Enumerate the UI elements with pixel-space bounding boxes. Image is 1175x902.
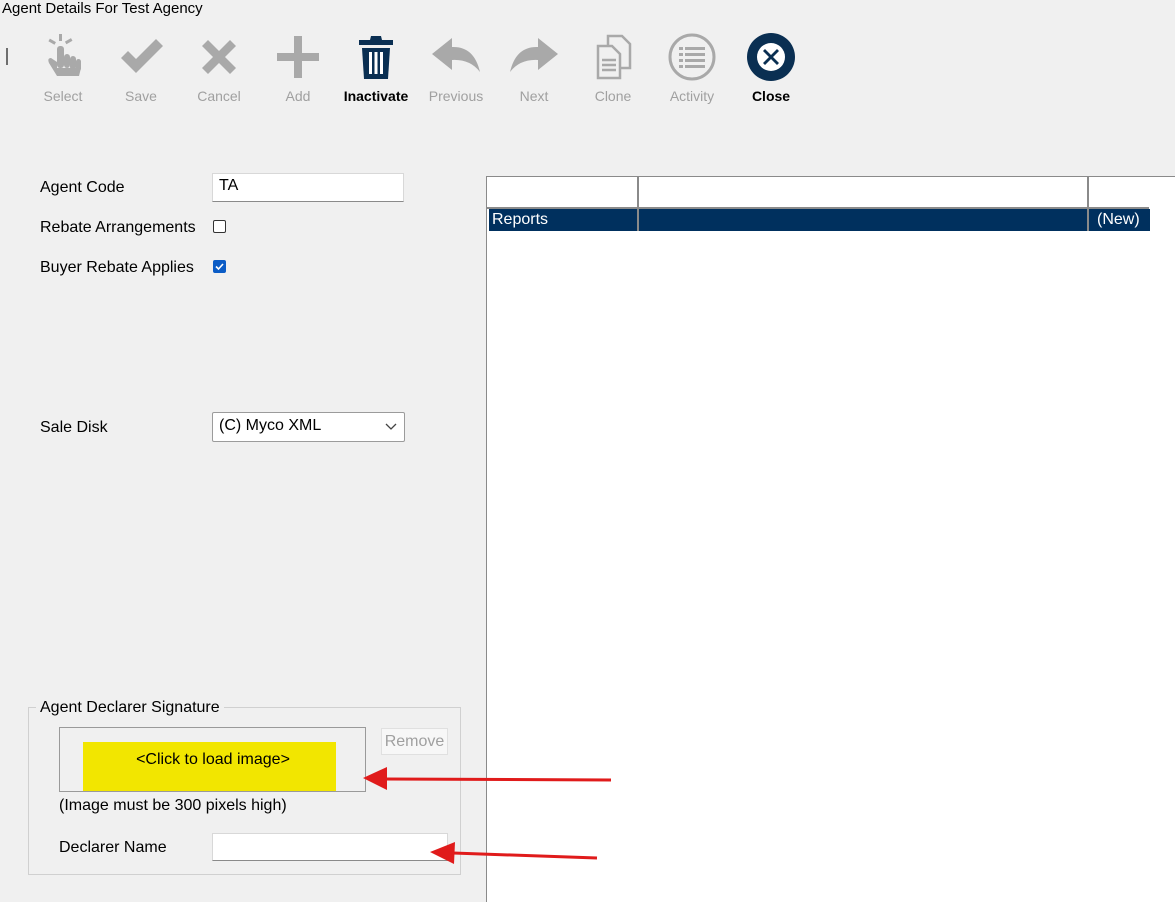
clone-button-label: Clone [594, 88, 632, 104]
grid-cell-divider [637, 209, 639, 231]
buyer-rebate-checkbox[interactable] [213, 260, 226, 273]
image-size-hint: (Image must be 300 pixels high) [59, 797, 287, 814]
grid-cell-status: (New) [1097, 211, 1140, 228]
x-icon [183, 32, 255, 82]
grid-column-divider[interactable] [1087, 177, 1089, 207]
add-button-label: Add [285, 88, 311, 104]
sale-disk-value: (C) Myco XML [219, 417, 322, 434]
plus-icon [262, 32, 334, 82]
trash-icon [340, 32, 412, 82]
grid-header [487, 177, 1149, 209]
cancel-button[interactable]: Cancel [183, 32, 255, 112]
list-circle-icon [656, 32, 728, 82]
declarer-name-label: Declarer Name [59, 839, 167, 856]
reports-grid[interactable]: Reports (New) [486, 176, 1175, 902]
chevron-down-icon [384, 419, 398, 438]
cancel-button-label: Cancel [197, 88, 241, 104]
next-button[interactable]: Next [498, 32, 570, 112]
hand-pointer-icon [27, 32, 99, 82]
rebate-arrangements-checkbox[interactable] [213, 220, 226, 233]
grid-column-divider[interactable] [637, 177, 639, 207]
select-button[interactable]: Select [27, 32, 99, 112]
inactivate-button-label: Inactivate [343, 88, 409, 104]
add-button[interactable]: Add [262, 32, 334, 112]
table-row[interactable]: Reports (New) [489, 209, 1150, 231]
close-circle-icon [735, 32, 807, 82]
window-title: Agent Details For Test Agency [2, 0, 203, 17]
activity-button-label: Activity [669, 88, 715, 104]
save-button[interactable]: Save [105, 32, 177, 112]
previous-button[interactable]: Previous [420, 32, 492, 112]
close-button[interactable]: Close [735, 32, 807, 112]
previous-button-label: Previous [428, 88, 484, 104]
signature-group-title: Agent Declarer Signature [36, 699, 224, 717]
clone-icon [577, 32, 649, 82]
check-icon [105, 32, 177, 82]
arrow-forward-icon [498, 32, 570, 82]
clone-button[interactable]: Clone [577, 32, 649, 112]
declarer-name-field[interactable] [212, 833, 448, 861]
next-button-label: Next [519, 88, 549, 104]
activity-button[interactable]: Activity [656, 32, 728, 112]
load-image-placeholder[interactable]: <Click to load image> [83, 751, 343, 769]
sale-disk-select[interactable]: (C) Myco XML [212, 412, 405, 442]
agent-code-label: Agent Code [40, 179, 125, 196]
sale-disk-label: Sale Disk [40, 419, 108, 436]
arrow-back-icon [420, 32, 492, 82]
agent-code-field[interactable]: TA [212, 173, 404, 202]
checkmark-icon [215, 263, 224, 271]
select-button-label: Select [43, 88, 83, 104]
inactivate-button[interactable]: Inactivate [340, 32, 412, 112]
grid-cell-name: Reports [492, 211, 549, 228]
remove-button[interactable]: Remove [381, 728, 448, 755]
grid-cell-divider [1087, 209, 1089, 231]
save-button-label: Save [125, 88, 157, 104]
buyer-rebate-label: Buyer Rebate Applies [40, 259, 194, 276]
toolbar-grip[interactable] [6, 48, 8, 65]
rebate-arrangements-label: Rebate Arrangements [40, 219, 196, 236]
close-button-label: Close [751, 88, 791, 104]
